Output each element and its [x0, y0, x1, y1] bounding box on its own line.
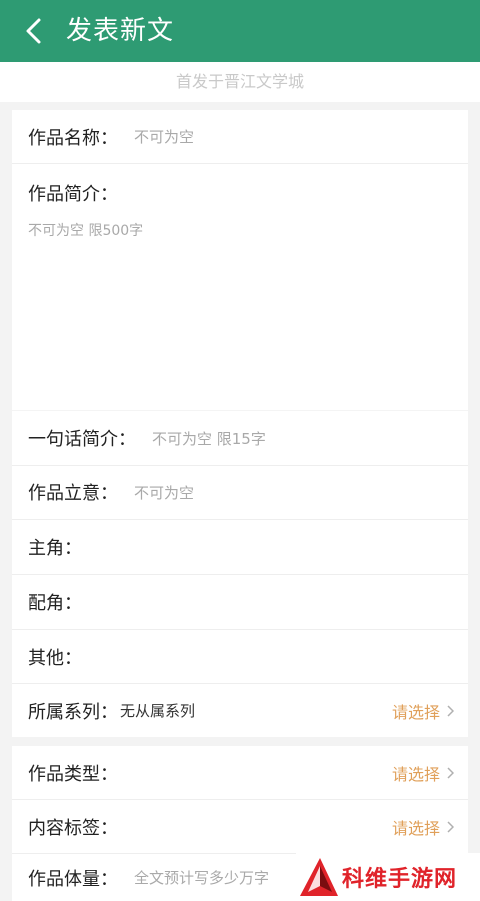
- page-title: 发表新文: [66, 16, 175, 46]
- series-select-label: 请选择: [391, 702, 440, 722]
- one-line-intro-input[interactable]: 不可为空 限15字: [152, 428, 266, 449]
- one-line-intro-label: 一句话简介：: [28, 429, 136, 450]
- work-theme-label: 作品立意：: [28, 483, 118, 504]
- work-name-row[interactable]: 作品名称： 不可为空: [12, 110, 468, 164]
- work-intro-textarea[interactable]: 不可为空 限500字: [28, 220, 143, 240]
- lead-role-label: 主角：: [28, 538, 82, 559]
- content-tags-row[interactable]: 内容标签： 请选择: [12, 800, 468, 854]
- work-volume-label: 作品体量：: [28, 868, 118, 890]
- chevron-right-icon: [447, 820, 454, 833]
- site-watermark: 科维手游网: [296, 853, 480, 901]
- work-type-row[interactable]: 作品类型： 请选择: [12, 746, 468, 800]
- work-type-label: 作品类型：: [28, 763, 118, 785]
- content-tags-select-label: 请选择: [391, 818, 440, 838]
- series-value: 无从属系列: [120, 702, 196, 720]
- one-line-intro-row[interactable]: 一句话简介： 不可为空 限15字: [12, 410, 468, 466]
- publish-notice: 首发于晋江文学城: [0, 62, 480, 102]
- chevron-right-icon: [447, 704, 454, 717]
- work-theme-row[interactable]: 作品立意： 不可为空: [12, 465, 468, 520]
- other-role-label: 其他：: [28, 647, 82, 669]
- other-role-row[interactable]: 其他：: [12, 630, 468, 684]
- content-tags-label: 内容标签：: [28, 817, 118, 839]
- series-label: 所属系列：: [28, 701, 118, 723]
- app-header: 发表新文: [0, 0, 480, 62]
- work-intro-label: 作品简介：: [28, 184, 118, 205]
- lead-role-row[interactable]: 主角：: [12, 520, 468, 575]
- basic-info-card: 作品名称： 不可为空 作品简介： 不可为空 限500字 一句话简介： 不可为空 …: [12, 110, 468, 737]
- watermark-text: 科维手游网: [342, 867, 458, 892]
- series-select[interactable]: 请选择: [392, 699, 454, 723]
- chevron-right-icon: [447, 766, 454, 779]
- supporting-role-row[interactable]: 配角：: [12, 575, 468, 630]
- work-volume-input[interactable]: 全文预计写多少万字: [134, 867, 269, 888]
- work-intro-row: 作品简介： 不可为空 限500字: [12, 164, 468, 416]
- content-tags-select[interactable]: 请选择: [392, 815, 454, 839]
- work-name-input[interactable]: 不可为空: [134, 126, 194, 147]
- work-type-select-label: 请选择: [391, 764, 440, 784]
- series-row[interactable]: 所属系列： 无从属系列 请选择: [12, 684, 468, 737]
- chevron-left-icon: [26, 18, 41, 44]
- work-name-label: 作品名称：: [28, 127, 118, 149]
- work-type-select[interactable]: 请选择: [392, 761, 454, 785]
- supporting-role-label: 配角：: [28, 593, 82, 614]
- work-theme-input[interactable]: 不可为空: [134, 482, 194, 503]
- back-button[interactable]: [18, 14, 48, 48]
- watermark-logo-icon: [300, 858, 338, 896]
